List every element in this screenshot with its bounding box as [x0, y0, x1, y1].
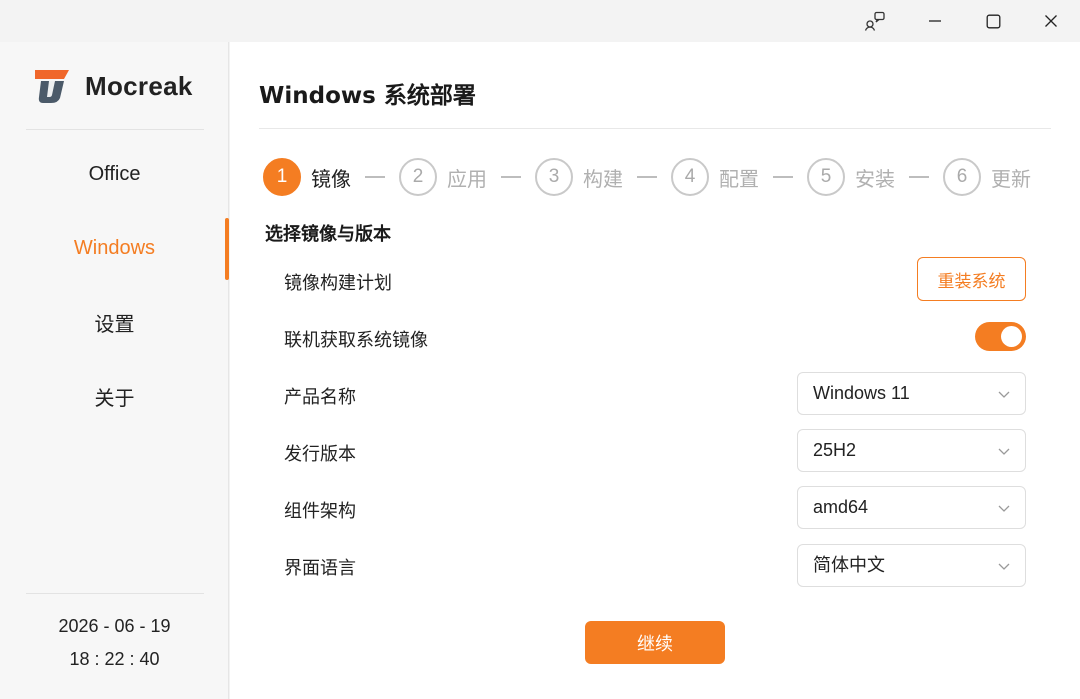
language-select[interactable]: 简体中文	[797, 544, 1026, 587]
step-update[interactable]: 6 更新	[943, 158, 1031, 196]
step-number: 4	[671, 158, 709, 196]
title-bar	[0, 0, 1080, 42]
current-date: 2026 - 06 - 19	[58, 616, 171, 636]
sidebar: Mocreak Office Windows 设置 关于 2026 - 06 -…	[0, 42, 229, 699]
select-value: 简体中文	[813, 555, 885, 575]
step-separator	[501, 176, 521, 178]
app-logo: Mocreak	[33, 68, 193, 104]
step-label: 安装	[855, 166, 895, 191]
sidebar-divider	[26, 593, 204, 594]
online-image-label: 联机获取系统镜像	[284, 330, 428, 351]
step-build[interactable]: 3 构建	[535, 158, 623, 196]
step-separator	[773, 176, 793, 178]
title-divider	[259, 128, 1051, 129]
minimize-icon[interactable]	[906, 0, 964, 42]
mocreak-logo-icon	[35, 70, 69, 103]
feedback-icon[interactable]	[846, 0, 904, 42]
select-value: Windows 11	[813, 383, 910, 403]
step-separator	[909, 176, 929, 178]
step-label: 更新	[991, 166, 1031, 191]
step-label: 应用	[447, 166, 487, 191]
chevron-down-icon	[998, 448, 1010, 455]
select-value: amd64	[813, 497, 869, 517]
page-title: Windows 系统部署	[259, 83, 476, 109]
select-value: 25H2	[813, 440, 857, 460]
sidebar-item-office[interactable]: Office	[0, 154, 229, 194]
release-select[interactable]: 25H2	[797, 429, 1026, 472]
step-separator	[637, 176, 657, 178]
architecture-select[interactable]: amd64	[797, 486, 1026, 529]
step-label: 配置	[719, 166, 759, 191]
continue-button[interactable]: 继续	[585, 621, 725, 664]
product-name-label: 产品名称	[284, 387, 356, 408]
language-label: 界面语言	[284, 558, 356, 579]
build-plan-label: 镜像构建计划	[284, 273, 392, 294]
sidebar-item-about[interactable]: 关于	[0, 376, 229, 416]
release-label: 发行版本	[284, 444, 356, 465]
close-icon[interactable]	[1022, 0, 1080, 42]
online-image-toggle[interactable]	[975, 322, 1026, 351]
chevron-down-icon	[998, 391, 1010, 398]
chevron-down-icon	[998, 505, 1010, 512]
sidebar-item-settings[interactable]: 设置	[0, 302, 229, 342]
step-number: 6	[943, 158, 981, 196]
maximize-icon[interactable]	[964, 0, 1022, 42]
step-apps[interactable]: 2 应用	[399, 158, 487, 196]
step-number: 3	[535, 158, 573, 196]
current-time: 18 : 22 : 40	[69, 649, 160, 669]
step-label: 镜像	[311, 166, 351, 191]
reinstall-button[interactable]: 重装系统	[917, 257, 1026, 301]
chevron-down-icon	[998, 563, 1010, 570]
sidebar-divider	[26, 129, 204, 130]
step-number: 2	[399, 158, 437, 196]
step-number: 1	[263, 158, 301, 196]
section-title: 选择镜像与版本	[265, 224, 391, 245]
step-label: 构建	[583, 166, 623, 191]
step-install[interactable]: 5 安装	[807, 158, 895, 196]
step-image[interactable]: 1 镜像	[263, 158, 351, 196]
step-number: 5	[807, 158, 845, 196]
stepper: 1 镜像 2 应用 3 构建 4 配置 5 安装 6 更新	[263, 157, 1031, 197]
sidebar-item-windows[interactable]: Windows	[0, 228, 229, 268]
active-nav-indicator	[225, 218, 229, 280]
architecture-label: 组件架构	[284, 501, 356, 522]
step-separator	[365, 176, 385, 178]
step-config[interactable]: 4 配置	[671, 158, 759, 196]
toggle-knob	[1001, 326, 1022, 347]
main-panel: Windows 系统部署 1 镜像 2 应用 3 构建 4 配置 5 安装 6 …	[230, 42, 1080, 699]
product-name-select[interactable]: Windows 11	[797, 372, 1026, 415]
app-name: Mocreak	[85, 70, 193, 101]
